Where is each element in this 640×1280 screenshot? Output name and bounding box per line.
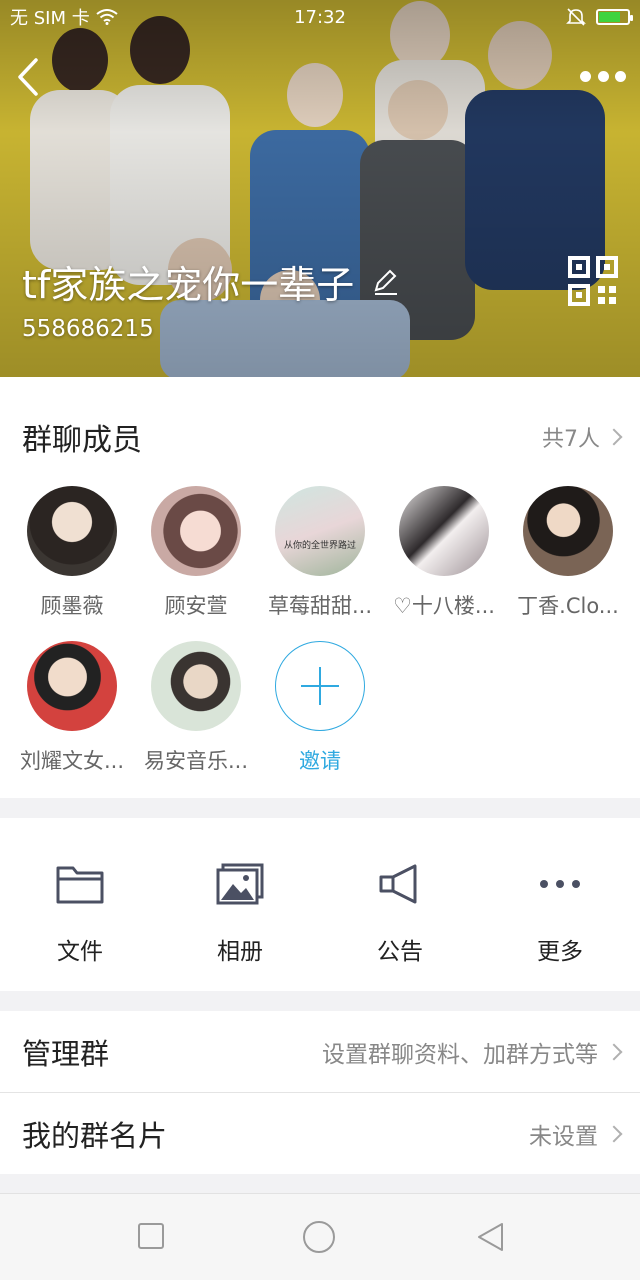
action-label: 文件 (57, 939, 103, 965)
row-value: 未设置 (529, 1117, 623, 1151)
more-dots-icon (540, 880, 580, 888)
action-label: 相册 (217, 939, 263, 965)
back-icon[interactable] (10, 52, 50, 102)
edit-icon[interactable] (372, 268, 400, 296)
member-name: 丁香.Clo... (517, 594, 619, 618)
member-item[interactable]: 顾墨薇 (12, 486, 132, 620)
clock: 17:32 (294, 6, 346, 28)
quick-actions: 文件 相册 公告 更多 (0, 818, 640, 991)
members-count[interactable]: 共7人 (542, 421, 623, 453)
bell-off-icon (566, 8, 586, 26)
folder-icon (56, 866, 104, 904)
members-title: 群聊成员 (22, 423, 142, 458)
qr-code-icon[interactable] (568, 256, 618, 306)
avatar (27, 486, 117, 576)
battery-level (599, 12, 620, 22)
row-title: 我的群名片 (22, 1118, 168, 1153)
member-item[interactable]: 易安音乐... (136, 641, 256, 775)
avatar (151, 641, 241, 731)
member-name: 草莓甜甜... (267, 594, 373, 618)
action-album[interactable]: 相册 (160, 818, 320, 991)
member-name: ♡十八楼... (393, 594, 495, 618)
member-item[interactable]: 从你的全世界路过 草莓甜甜... (260, 486, 380, 620)
chevron-right-icon (605, 1125, 623, 1142)
action-label: 公告 (377, 939, 423, 965)
battery-charging-icon (596, 9, 633, 25)
more-icon[interactable] (580, 62, 626, 90)
members-header[interactable]: 群聊成员 共7人 (22, 415, 623, 459)
members-count-label: 共7人 (542, 427, 600, 452)
album-icon (216, 863, 264, 905)
member-name: 易安音乐... (143, 749, 249, 773)
invite-label: 邀请 (299, 749, 341, 773)
megaphone-icon (379, 864, 417, 904)
chevron-right-icon (605, 428, 623, 446)
wifi-icon (96, 9, 118, 25)
carrier-label: 无 SIM 卡 (10, 8, 90, 29)
row-title: 管理群 (22, 1036, 110, 1071)
avatar (27, 641, 117, 731)
avatar: 从你的全世界路过 (275, 486, 365, 576)
action-more[interactable]: 更多 (480, 818, 640, 991)
chevron-right-icon (605, 1043, 623, 1060)
member-item[interactable]: ♡十八楼... (384, 486, 504, 620)
member-name: 刘耀文女... (19, 749, 125, 773)
group-name[interactable]: tf家族之宠你一辈子 (22, 254, 400, 309)
group-header: 无 SIM 卡 17:32 tf家族之宠你一辈子 558686215 (0, 0, 640, 377)
member-item[interactable]: 顾安萱 (136, 486, 256, 620)
member-item[interactable]: 刘耀文女... (12, 641, 132, 775)
row-value-text: 设置群聊资料、加群方式等 (322, 1041, 598, 1068)
member-name: 顾安萱 (164, 594, 228, 618)
group-card-row[interactable]: 我的群名片 未设置 (0, 1093, 640, 1174)
members-section: 群聊成员 共7人 顾墨薇 顾安萱 从你的全世界路过 草莓甜甜... ♡十八楼..… (0, 377, 640, 798)
action-label: 更多 (537, 939, 583, 965)
avatar (523, 486, 613, 576)
back-nav-icon[interactable] (476, 1222, 506, 1252)
action-files[interactable]: 文件 (0, 818, 160, 991)
home-icon[interactable] (302, 1220, 336, 1254)
row-value-text: 未设置 (529, 1123, 598, 1150)
avatar (399, 486, 489, 576)
plus-icon (275, 641, 365, 731)
avatar-caption: 从你的全世界路过 (283, 541, 356, 551)
group-id: 558686215 (22, 316, 154, 342)
status-bar: 无 SIM 卡 17:32 (0, 0, 640, 34)
row-value: 设置群聊资料、加群方式等 (322, 1035, 623, 1069)
member-item[interactable]: 丁香.Clo... (508, 486, 628, 620)
recent-apps-icon[interactable] (137, 1222, 165, 1250)
invite-button[interactable]: 邀请 (260, 641, 380, 775)
action-notice[interactable]: 公告 (320, 818, 480, 991)
member-name: 顾墨薇 (40, 594, 104, 618)
group-name-text: tf家族之宠你一辈子 (22, 263, 355, 307)
system-nav-bar (0, 1193, 640, 1280)
manage-group-row[interactable]: 管理群 设置群聊资料、加群方式等 (0, 1011, 640, 1092)
avatar (151, 486, 241, 576)
